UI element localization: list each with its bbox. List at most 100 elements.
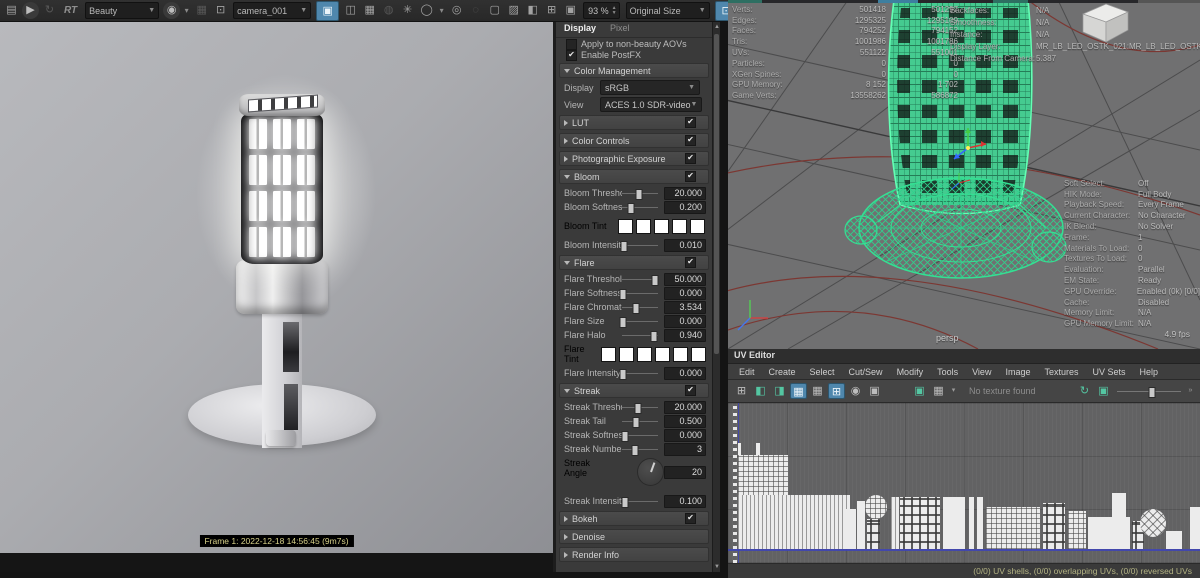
stop-render-icon[interactable]: ◉ [163, 2, 181, 19]
target-focus-icon[interactable]: ◎ [448, 2, 465, 19]
slider-handle[interactable] [651, 275, 659, 286]
menu-help[interactable]: Help [1133, 367, 1166, 377]
perspective-viewport[interactable]: Verts: 501418 501297 Edges: 1295325 1295109 Fa… [728, 0, 1200, 349]
slider-handle[interactable] [632, 303, 640, 314]
value-field-bloom-threshold[interactable]: 20.000 [664, 186, 706, 200]
menu-uv-sets[interactable]: UV Sets [1085, 367, 1132, 377]
uv-baked-texture-icon[interactable]: ▣ [1095, 383, 1112, 399]
expand-arrow-icon[interactable] [564, 68, 570, 73]
uv-shell[interactable] [738, 455, 788, 497]
uv-checker-arrow-icon[interactable]: ▾ [949, 383, 958, 399]
section-header-bokeh[interactable]: Bokeh ✔ [559, 511, 709, 526]
expand-view-icon[interactable]: ▢ [486, 2, 503, 19]
uv-shell[interactable] [1190, 507, 1200, 549]
slider-streak-tail[interactable] [622, 414, 658, 428]
color-swatch[interactable] [655, 346, 670, 362]
angle-dial[interactable] [637, 458, 664, 486]
menu-textures[interactable]: Textures [1037, 367, 1085, 377]
tab-display[interactable]: Display [564, 23, 596, 35]
uv-shell[interactable] [1068, 511, 1086, 549]
value-field-flare-size[interactable]: 0.000 [664, 314, 706, 328]
zoom-spinner[interactable]: 93 % ▲ ▼ [583, 2, 620, 19]
uv-shell[interactable] [1112, 493, 1126, 549]
uv-dim-image-icon[interactable]: ▦ [809, 383, 826, 399]
uv-shell[interactable] [969, 497, 974, 549]
section-header-lut[interactable]: LUT ✔ [559, 115, 709, 130]
color-swatch[interactable] [636, 218, 651, 234]
slider-handle[interactable] [650, 331, 658, 342]
uv-range-arrows-icon[interactable]: » [1186, 383, 1195, 399]
slider-streak-intensity[interactable] [621, 494, 658, 508]
value-field-streak-angle[interactable]: 20 [664, 466, 706, 479]
expand-arrow-icon[interactable] [564, 533, 568, 540]
expand-arrow-icon[interactable] [564, 119, 568, 126]
play-render-icon[interactable]: ▶ [22, 2, 39, 19]
value-field-bloom-softness[interactable]: 0.200 [664, 200, 706, 214]
uv-shell[interactable] [891, 497, 899, 549]
checkbox-enable-postfx[interactable]: ✔ [566, 49, 577, 61]
uv-brightness-slider[interactable] [1117, 384, 1181, 398]
slider-bloom-threshold[interactable] [622, 186, 658, 200]
slider-handle[interactable] [619, 369, 627, 380]
section-header-photographic-exposure[interactable]: Photographic Exposure ✔ [559, 151, 709, 166]
grid-overlay-icon[interactable]: ▦ [361, 2, 378, 19]
value-field-flare-threshold[interactable]: 50.000 [664, 272, 706, 286]
color-swatch[interactable] [637, 346, 652, 362]
uv-shell[interactable] [943, 497, 965, 549]
ab-snapshot-icon[interactable]: ◧ [524, 2, 541, 19]
slider-handle[interactable] [620, 241, 628, 252]
region-options-arrow-icon[interactable]: ▾ [437, 2, 446, 19]
uv-shell[interactable] [867, 519, 880, 549]
checkbox-apply-to-non-beauty-aovs[interactable] [566, 38, 577, 50]
slider-flare-halo[interactable] [622, 328, 658, 342]
uv-shell[interactable] [846, 509, 856, 549]
snapshot-icon[interactable]: ▤ [3, 2, 20, 19]
color-swatch[interactable] [690, 218, 705, 234]
section-checkbox-streak[interactable]: ✔ [685, 385, 696, 396]
slider-handle[interactable] [619, 317, 627, 328]
shading-sphere-icon[interactable]: ◍ [380, 2, 397, 19]
diagonal-compare-icon[interactable]: ▨ [505, 2, 522, 19]
resolution-gate-icon[interactable]: ◫ [342, 2, 359, 19]
expand-arrow-icon[interactable] [564, 551, 568, 558]
slider-streak-number[interactable] [622, 442, 658, 456]
checker-background-icon[interactable]: ▦ [193, 2, 210, 19]
postfx-scrollbar[interactable]: ▲ ▼ [712, 22, 720, 572]
uv-pixel-snap-button[interactable]: ⊞ [828, 383, 845, 399]
value-field-streak-tail[interactable]: 0.500 [664, 414, 706, 428]
color-swatch[interactable] [601, 346, 616, 362]
uv-shell[interactable] [1140, 509, 1166, 537]
dial-needle[interactable] [650, 462, 656, 473]
value-field-streak-number[interactable]: 3 [664, 442, 706, 456]
uv-move-shell-icon[interactable]: ◧ [752, 383, 769, 399]
save-image-icon[interactable]: ⊞ [543, 2, 560, 19]
uv-refresh-icon[interactable]: ↻ [1076, 383, 1093, 399]
value-field-flare-softness[interactable]: 0.000 [664, 286, 706, 300]
color-swatch[interactable] [618, 218, 633, 234]
menu-edit[interactable]: Edit [732, 367, 762, 377]
menu-image[interactable]: Image [998, 367, 1037, 377]
section-header-bloom[interactable]: Bloom ✔ [559, 169, 709, 184]
section-header-render-info[interactable]: Render Info [559, 547, 709, 562]
uv-grid-snap-button[interactable]: ▦ [790, 383, 807, 399]
slider-handle[interactable] [634, 403, 642, 414]
uv-shell[interactable] [977, 497, 983, 549]
expand-arrow-icon[interactable] [564, 388, 570, 393]
duplicate-buffer-icon[interactable]: ▣ [562, 2, 579, 19]
uv-shell[interactable] [900, 497, 940, 549]
slider-handle[interactable] [627, 203, 635, 214]
menu-select[interactable]: Select [803, 367, 842, 377]
slider-bloom-softness[interactable] [622, 200, 658, 214]
value-field-flare-chromatic[interactable]: 3.534 [664, 300, 706, 314]
aov-dropdown[interactable]: Beauty ▼ [85, 2, 160, 19]
expand-arrow-icon[interactable] [564, 137, 568, 144]
slider-handle[interactable] [635, 189, 643, 200]
value-field-flare-intensity[interactable]: 0.000 [664, 366, 706, 380]
menu-modify[interactable]: Modify [890, 367, 931, 377]
color-swatch[interactable] [673, 346, 688, 362]
menu-cut-sew[interactable]: Cut/Sew [842, 367, 890, 377]
value-field-streak-threshold[interactable]: 20.000 [664, 400, 706, 414]
expand-arrow-icon[interactable] [564, 174, 570, 179]
uv-sew-shell-icon[interactable]: ◨ [771, 383, 788, 399]
menu-create[interactable]: Create [762, 367, 803, 377]
